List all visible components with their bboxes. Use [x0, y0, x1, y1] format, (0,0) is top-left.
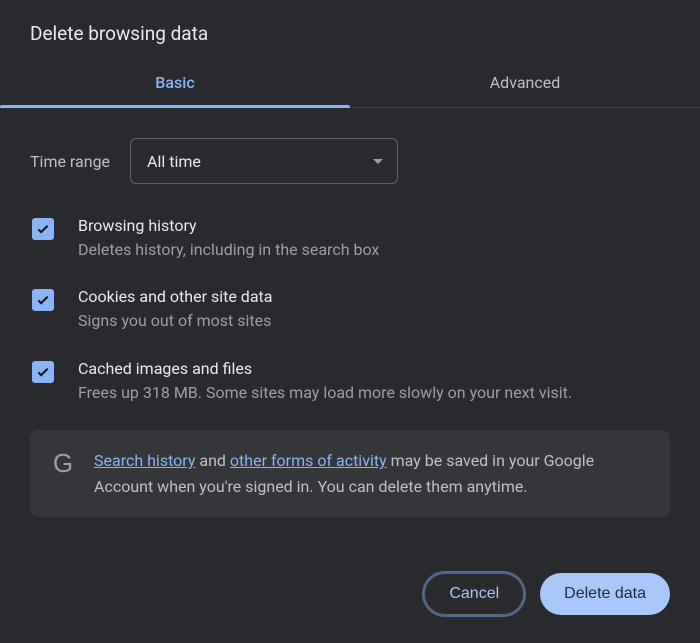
dialog-footer: Cancel Delete data	[0, 573, 700, 643]
notice-text: Search history and other forms of activi…	[94, 448, 650, 499]
checkbox-browsing-history[interactable]	[32, 218, 54, 240]
link-search-history[interactable]: Search history	[94, 451, 195, 470]
check-icon	[35, 221, 51, 237]
tab-bar: Basic Advanced	[0, 59, 700, 108]
delete-data-button[interactable]: Delete data	[540, 573, 670, 615]
tab-basic[interactable]: Basic	[0, 59, 350, 107]
check-icon	[35, 364, 51, 380]
option-cache: Cached images and files Frees up 318 MB.…	[30, 359, 670, 404]
option-desc: Deletes history, including in the search…	[78, 239, 670, 261]
option-title: Browsing history	[78, 216, 670, 235]
link-other-activity[interactable]: other forms of activity	[230, 451, 387, 470]
google-icon: G	[50, 450, 76, 476]
option-title: Cached images and files	[78, 359, 670, 378]
time-range-value: All time	[147, 152, 201, 171]
check-icon	[35, 292, 51, 308]
delete-browsing-data-dialog: Delete browsing data Basic Advanced Time…	[0, 0, 700, 643]
option-text: Browsing history Deletes history, includ…	[78, 216, 670, 261]
notice-part1: and	[195, 451, 230, 470]
google-account-notice: G Search history and other forms of acti…	[30, 430, 670, 517]
chevron-down-icon	[373, 159, 383, 164]
dialog-body: Time range All time Browsing history Del…	[0, 108, 700, 573]
option-cookies: Cookies and other site data Signs you ou…	[30, 287, 670, 332]
dialog-title: Delete browsing data	[0, 0, 700, 59]
option-text: Cached images and files Frees up 318 MB.…	[78, 359, 670, 404]
time-range-select[interactable]: All time	[130, 138, 398, 184]
option-desc: Signs you out of most sites	[78, 310, 670, 332]
tab-advanced-label: Advanced	[490, 73, 561, 92]
cancel-button[interactable]: Cancel	[424, 573, 524, 615]
tab-basic-label: Basic	[155, 73, 194, 92]
time-range-row: Time range All time	[30, 138, 670, 184]
option-browsing-history: Browsing history Deletes history, includ…	[30, 216, 670, 261]
option-title: Cookies and other site data	[78, 287, 670, 306]
option-text: Cookies and other site data Signs you ou…	[78, 287, 670, 332]
option-desc: Frees up 318 MB. Some sites may load mor…	[78, 382, 670, 404]
checkbox-cookies[interactable]	[32, 289, 54, 311]
time-range-label: Time range	[30, 152, 110, 171]
tab-advanced[interactable]: Advanced	[350, 59, 700, 107]
checkbox-cache[interactable]	[32, 361, 54, 383]
